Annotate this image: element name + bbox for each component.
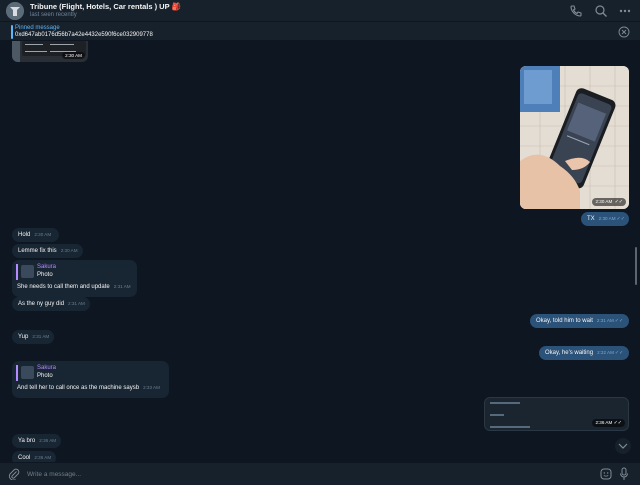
message-time: 2:31 AM xyxy=(68,301,85,306)
pinned-message-bar[interactable]: Pinned message 0xd647ab0176d56b7a42e4432… xyxy=(0,22,640,41)
group-avatar[interactable] xyxy=(6,2,24,20)
more-icon[interactable] xyxy=(618,4,632,18)
microphone-icon[interactable] xyxy=(619,467,629,481)
message-text: And tell her to call once as the machine… xyxy=(17,385,160,391)
message-text: Yup xyxy=(18,334,29,340)
composer xyxy=(0,462,640,485)
read-receipt-icon: ✓✓ xyxy=(614,318,624,324)
message-bubble-out[interactable]: Okay, he's waiting 2:32 AM✓✓ xyxy=(539,346,629,360)
message-time: 2:32 AM xyxy=(597,350,614,355)
message-text: Cool xyxy=(18,455,31,461)
message-time: 2:30 AM xyxy=(34,232,52,237)
message-bubble-in[interactable]: Lemme fix this 2:30 AM xyxy=(12,244,83,258)
attach-icon[interactable] xyxy=(8,468,20,480)
read-receipt-icon: ✓✓ xyxy=(616,216,625,222)
message-time: 2:36 AM ✓✓ xyxy=(592,419,625,427)
message-text: Okay, told him to wait xyxy=(536,318,593,324)
phone-icon[interactable] xyxy=(569,4,583,18)
message-bubble-out[interactable]: TX 2:30 AM✓✓ xyxy=(581,212,629,226)
pinned-indicator xyxy=(11,25,13,39)
pinned-text: 0xd647ab0176d56b7a42e4432e590f6ce0329097… xyxy=(15,32,153,38)
photo-message[interactable]: 2:36 AM ✓✓ xyxy=(484,397,629,431)
reply-author: Sakura xyxy=(37,264,57,270)
message-text: Lemme fix this xyxy=(18,248,57,254)
message-time: 2:36 AM xyxy=(34,455,52,460)
reply-quote[interactable]: Sakura Photo xyxy=(16,365,56,381)
photo-message[interactable]: 2:30 AM ✓✓ xyxy=(520,66,629,209)
message-text: TX xyxy=(587,216,595,222)
message-time: 2:31 AM xyxy=(596,318,614,323)
scroll-down-icon[interactable] xyxy=(615,438,631,454)
chat-title[interactable]: Tribune (Flight, Hotels, Car rentals ) U… xyxy=(30,2,181,11)
reply-thumbnail xyxy=(21,265,34,278)
reply-type: Photo xyxy=(37,373,53,379)
message-text: Hold xyxy=(18,232,31,238)
message-text: She needs to call them and update 2:31 AM xyxy=(17,284,131,290)
message-bubble-in[interactable]: Cool 2:36 AM xyxy=(12,451,56,462)
chat-status: last seen recently xyxy=(30,12,77,18)
phone-in-hand-photo xyxy=(520,66,629,209)
message-time: 2:30 AM xyxy=(62,52,85,59)
reply-thumbnail xyxy=(21,366,34,379)
message-time: 2:30 AM ✓✓ xyxy=(592,198,626,206)
message-text: Ya bro xyxy=(18,438,36,444)
message-time: 2:30 AM xyxy=(60,248,78,253)
pinned-label: Pinned message xyxy=(15,25,60,31)
message-bubble-in[interactable]: As the ny guy did 2:31 AM xyxy=(12,297,90,311)
message-bubble-in[interactable]: Hold 2:30 AM xyxy=(12,228,59,242)
chat-header: Tribune (Flight, Hotels, Car rentals ) U… xyxy=(0,0,640,22)
read-receipt-icon: ✓✓ xyxy=(614,350,624,356)
search-icon[interactable] xyxy=(594,4,608,18)
message-bubble-in[interactable]: Yup 2:31 AM xyxy=(12,330,54,344)
message-text: As the ny guy did xyxy=(18,301,65,307)
reply-type: Photo xyxy=(37,272,53,278)
message-time: 2:36 AM xyxy=(39,438,57,443)
scrollbar[interactable] xyxy=(635,247,637,285)
emoji-icon[interactable] xyxy=(600,468,612,480)
reply-author: Sakura xyxy=(37,365,57,371)
message-bubble-out[interactable]: Okay, told him to wait 2:31 AM✓✓ xyxy=(530,314,629,328)
message-time: 2:30 AM xyxy=(598,216,616,221)
message-input[interactable] xyxy=(27,468,587,481)
message-time: 2:31 AM xyxy=(32,334,50,339)
reply-quote[interactable]: Sakura Photo xyxy=(16,264,56,280)
message-bubble-in[interactable]: Sakura Photo She needs to call them and … xyxy=(12,260,137,297)
photo-message[interactable]: 2:30 AM xyxy=(12,41,88,62)
message-bubble-in[interactable]: Sakura Photo And tell her to call once a… xyxy=(12,361,169,398)
message-bubble-in[interactable]: Ya bro 2:36 AM xyxy=(12,434,61,448)
close-pinned-icon[interactable] xyxy=(618,26,630,38)
message-text: Okay, he's waiting xyxy=(545,350,594,356)
message-list[interactable]: 2:30 AM 2:30 AM ✓✓ TX 2:30 AM✓✓ Hold 2:3… xyxy=(0,41,640,462)
